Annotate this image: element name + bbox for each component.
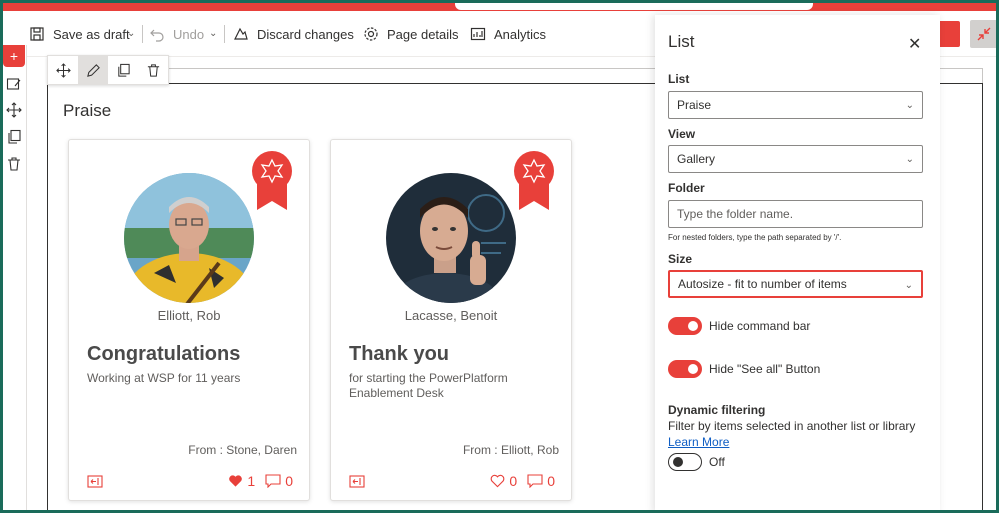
comment-icon[interactable] <box>527 474 543 488</box>
pane-title: List <box>668 32 695 51</box>
edit-webpart-button[interactable] <box>78 56 108 84</box>
add-section-button[interactable]: + <box>3 45 25 67</box>
property-pane: List ✕ List Praise ⌄ View Gallery ⌄ Fold… <box>655 15 940 513</box>
recipient-name: Lacasse, Benoit <box>404 308 498 323</box>
folder-input[interactable]: Type the folder name. <box>668 200 923 228</box>
search-box[interactable] <box>455 1 813 10</box>
undo-chevron-down-icon[interactable]: ⌄ <box>209 28 217 39</box>
divider <box>224 25 225 43</box>
analytics-label: Analytics <box>494 26 547 42</box>
praise-title: Thank you <box>349 343 450 365</box>
save-draft-button[interactable]: Save as draft <box>29 21 130 47</box>
size-label: Size <box>668 252 693 266</box>
divider <box>142 25 143 43</box>
analytics-icon <box>470 27 486 41</box>
praise-description: for starting the PowerPlatform Enablemen… <box>349 371 508 400</box>
heart-filled-icon[interactable] <box>228 474 243 488</box>
card-footer: 0 0 <box>349 473 555 491</box>
list-select-value: Praise <box>677 98 712 112</box>
award-ribbon-icon <box>252 151 292 210</box>
collapse-icon <box>977 27 991 41</box>
folder-label: Folder <box>668 181 705 195</box>
chevron-down-icon: ⌄ <box>905 100 914 111</box>
learn-more-link[interactable]: Learn More <box>668 435 729 449</box>
praise-description: Working at WSP for 11 years <box>87 371 241 385</box>
suite-header <box>3 1 996 11</box>
collapse-button[interactable] <box>970 20 998 48</box>
save-draft-label: Save as draft <box>53 26 130 42</box>
discard-changes-button[interactable]: Discard changes <box>233 21 354 47</box>
avatar <box>124 173 254 303</box>
size-select[interactable]: Autosize - fit to number of items ⌄ <box>668 270 923 298</box>
discard-icon <box>234 27 248 40</box>
hide-command-bar-label: Hide command bar <box>709 319 811 333</box>
card-footer: 1 0 <box>87 473 293 491</box>
dynamic-filtering-description: Filter by items selected in another list… <box>668 419 916 433</box>
avatar <box>386 173 516 303</box>
reactions: 1 0 <box>228 473 293 489</box>
close-icon[interactable]: ✕ <box>908 34 921 54</box>
duplicate-icon[interactable] <box>6 129 22 145</box>
undo-label: Undo <box>173 26 205 42</box>
reactions: 0 0 <box>490 473 555 489</box>
praise-from: From : Stone, Daren <box>188 443 297 457</box>
comment-icon[interactable] <box>265 474 281 488</box>
analytics-button[interactable]: Analytics <box>470 21 546 47</box>
gear-icon <box>364 27 378 41</box>
card-icon[interactable] <box>87 475 103 488</box>
praise-from: From : Elliott, Rob <box>462 443 559 457</box>
list-label: List <box>668 72 690 86</box>
like-count: 0 <box>509 473 518 489</box>
folder-hint: For nested folders, type the path separa… <box>668 233 842 242</box>
praise-title: Congratulations <box>87 343 241 365</box>
size-select-value: Autosize - fit to number of items <box>678 277 847 291</box>
duplicate-icon <box>117 63 130 77</box>
edit-section-icon[interactable] <box>6 76 22 92</box>
delete-icon[interactable] <box>6 156 22 172</box>
save-icon <box>30 27 44 41</box>
hide-command-bar-toggle[interactable] <box>668 317 702 335</box>
praise-card[interactable]: Elliott, Rob Congratulations Working at … <box>68 139 310 501</box>
view-label: View <box>668 127 696 141</box>
pencil-icon <box>86 63 100 77</box>
recipient-name: Elliott, Rob <box>157 308 221 323</box>
chevron-down-icon: ⌄ <box>904 280 913 291</box>
dynamic-filtering-state: Off <box>709 455 725 469</box>
save-chevron-down-icon[interactable]: ⌄ <box>127 28 135 39</box>
praise-card[interactable]: Lacasse, Benoit Thank you for starting t… <box>330 139 572 501</box>
webpart-title: Praise <box>63 101 112 120</box>
trash-icon <box>147 63 159 77</box>
dynamic-filtering-toggle[interactable] <box>668 453 702 471</box>
comment-count: 0 <box>547 473 555 489</box>
view-select-value: Gallery <box>677 152 716 166</box>
move-webpart-button[interactable] <box>48 56 78 84</box>
undo-button[interactable]: Undo <box>149 21 204 47</box>
webpart-toolbar <box>47 55 169 85</box>
hide-see-all-toggle[interactable] <box>668 360 702 378</box>
discard-label: Discard changes <box>257 26 354 42</box>
move-icon[interactable] <box>6 102 22 118</box>
view-select[interactable]: Gallery ⌄ <box>668 145 923 173</box>
comment-count: 0 <box>285 473 293 489</box>
like-count: 1 <box>247 473 256 489</box>
chevron-down-icon: ⌄ <box>905 154 914 165</box>
move-icon <box>55 62 71 78</box>
folder-placeholder: Type the folder name. <box>677 207 794 221</box>
delete-webpart-button[interactable] <box>138 56 168 84</box>
card-icon[interactable] <box>349 475 365 488</box>
page-details-label: Page details <box>387 26 459 42</box>
heart-outline-icon[interactable] <box>490 474 505 488</box>
undo-icon <box>150 29 164 42</box>
list-select[interactable]: Praise ⌄ <box>668 91 923 119</box>
section-toolbar: + <box>3 45 27 510</box>
hide-see-all-label: Hide "See all" Button <box>709 362 821 376</box>
page-details-button[interactable]: Page details <box>363 21 459 47</box>
award-ribbon-icon <box>514 151 554 210</box>
dynamic-filtering-label: Dynamic filtering <box>668 403 766 417</box>
duplicate-webpart-button[interactable] <box>108 56 138 84</box>
